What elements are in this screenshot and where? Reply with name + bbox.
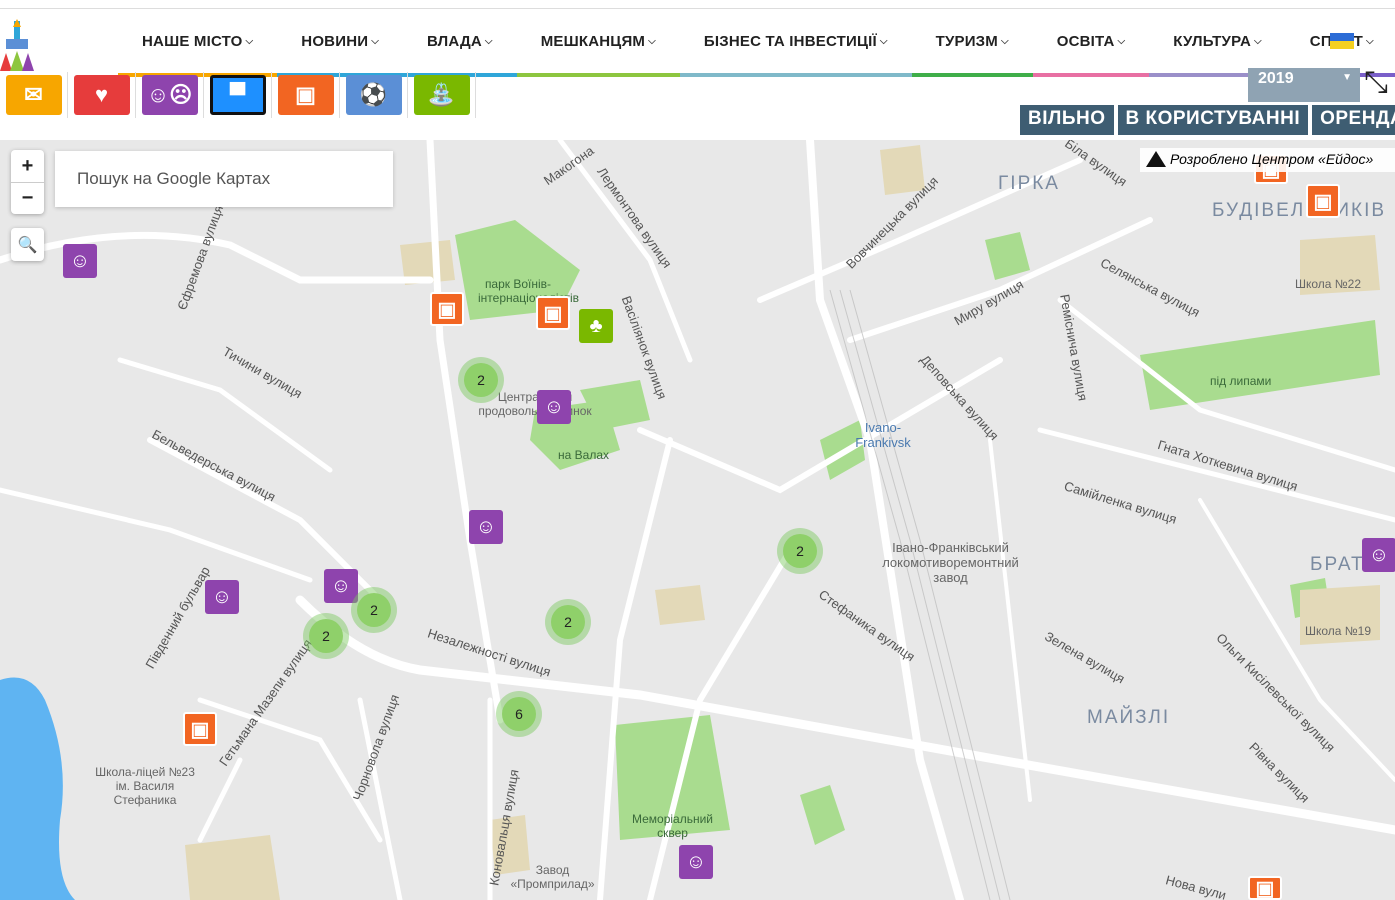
category-filter-bar: ✉ ♥ ☺☹ ▀ ▣ ⚽ ⛲ (0, 72, 476, 118)
office-marker[interactable]: ▣ (183, 712, 217, 746)
nav-item-news[interactable]: НОВИНИ ⌵ (277, 9, 403, 77)
theatre-masks-icon: ☺☹ (141, 75, 198, 115)
status-rent-button[interactable]: ОРЕНДА (1312, 105, 1395, 135)
chevron-down-icon: ⌵ (245, 35, 254, 47)
top-navigation: НАШЕ МІСТО ⌵ НОВИНИ ⌵ ВЛАДА ⌵ МЕШКАНЦЯМ ⌵ БІ… (0, 8, 1395, 80)
place-label: Меморіальний сквер (631, 812, 714, 840)
office-marker[interactable]: ▣ (1306, 184, 1340, 218)
zoom-control: + − (11, 150, 44, 214)
nav-item-residents[interactable]: МЕШКАНЦЯМ ⌵ (516, 9, 680, 77)
marker-cluster[interactable]: 2 (303, 613, 349, 659)
nav-item-tourism[interactable]: ТУРИЗМ ⌵ (911, 9, 1033, 77)
status-free-button[interactable]: ВІЛЬНО (1020, 105, 1114, 135)
marker-cluster[interactable]: 2 (351, 587, 397, 633)
theatre-marker[interactable]: ☺ (469, 510, 503, 544)
theatre-marker[interactable]: ☺ (679, 845, 713, 879)
place-label: Ivano-Frankivsk (855, 420, 911, 450)
map-search-input[interactable]: Пошук на Google Картах (55, 151, 393, 207)
search-icon[interactable]: 🔍 (11, 228, 44, 261)
chevron-down-icon: ⌵ (1366, 35, 1374, 47)
theatre-masks-icon: ☺ (475, 515, 497, 538)
bus-icon: ▀ (209, 75, 266, 115)
category-sport[interactable]: ⚽ (340, 72, 408, 118)
category-park[interactable]: ⛲ (408, 72, 476, 118)
theatre-masks-icon: ☺ (543, 395, 565, 418)
nav-item-education[interactable]: ОСВІТА ⌵ (1032, 9, 1150, 77)
chevron-down-icon: ⌵ (1117, 35, 1126, 47)
eidos-logo-icon (1146, 151, 1166, 167)
place-label: під липами (1210, 374, 1272, 388)
chevron-down-icon: ⌵ (1254, 35, 1262, 47)
office-marker[interactable]: ▣ (536, 296, 570, 330)
map-canvas[interactable]: ГІРКА БУДІВЕЛЬНИКІВ МАЙЗЛІ БРАТ Макогона… (0, 140, 1395, 900)
ukraine-flag-icon[interactable] (1330, 33, 1354, 49)
place-label: Івано-Франківський локомотиворемонтний з… (882, 540, 1019, 585)
park-bench-icon: ⛲ (413, 75, 470, 115)
nav-item-business[interactable]: БІЗНЕС ТА ІНВЕСТИЦІЇ ⌵ (679, 9, 912, 77)
category-culture[interactable]: ☺☹ (136, 72, 204, 118)
nav-item-authority[interactable]: ВЛАДА ⌵ (403, 9, 517, 77)
district-label: МАЙЗЛІ (1087, 707, 1171, 728)
chevron-down-icon: ⌵ (879, 35, 888, 47)
place-label: Завод «Промприлад» (510, 863, 595, 891)
category-transport[interactable]: ▀ (204, 72, 272, 118)
chevron-down-icon: ⌵ (648, 35, 656, 47)
theatre-marker[interactable]: ☺ (1362, 538, 1395, 572)
category-health[interactable]: ♥ (68, 72, 136, 118)
chevron-down-icon: ▼ (1342, 72, 1352, 83)
office-icon: ▣ (1313, 190, 1333, 213)
marker-cluster[interactable]: 6 (496, 691, 542, 737)
place-label: Школа №19 (1305, 624, 1372, 638)
place-label: на Валах (558, 448, 609, 462)
chevron-down-icon: ⌵ (1000, 35, 1009, 47)
office-icon: ▣ (543, 302, 563, 325)
status-in-use-button[interactable]: В КОРИСТУВАННІ (1117, 105, 1309, 135)
district-label: БУДІВЕЛЬНИКІВ (1212, 200, 1387, 221)
theatre-marker[interactable]: ☺ (205, 580, 239, 614)
office-icon: ▣ (1255, 877, 1275, 900)
chevron-down-icon: ⌵ (371, 35, 379, 47)
office-marker[interactable]: ▣ (1248, 876, 1282, 900)
category-office[interactable]: ▣ (272, 72, 340, 118)
theatre-masks-icon: ☺ (330, 574, 352, 597)
chevron-down-icon: ⌵ (484, 35, 493, 47)
district-label: ГІРКА (998, 173, 1060, 194)
nav-item-our-city[interactable]: НАШЕ МІСТО ⌵ (118, 9, 278, 77)
envelope-icon: ✉ (5, 75, 62, 115)
theatre-masks-icon: ☺ (69, 249, 91, 272)
developer-credit: Розроблено Центром «Ейдос» (1140, 148, 1395, 172)
marker-cluster[interactable]: 2 (458, 357, 504, 403)
year-select[interactable]: 2019 ▼ (1248, 68, 1360, 102)
theatre-masks-icon: ☺ (685, 850, 707, 873)
park-marker[interactable]: ♣ (579, 309, 613, 343)
heartbeat-icon: ♥ (73, 75, 130, 115)
fullscreen-expand-icon[interactable]: ⤡ (1364, 66, 1395, 102)
theatre-marker[interactable]: ☺ (63, 244, 97, 278)
district-label: БРАТ (1310, 554, 1365, 575)
zoom-out-button[interactable]: − (11, 182, 44, 214)
category-mail[interactable]: ✉ (0, 72, 68, 118)
office-icon: ▣ (277, 75, 334, 115)
city-logo[interactable] (0, 19, 34, 71)
marker-cluster[interactable]: 2 (777, 528, 823, 574)
place-label: Школа-ліцей №23 ім. Василя Стефаника (95, 765, 195, 807)
theatre-masks-icon: ☺ (1368, 543, 1390, 566)
place-label: Школа №22 (1295, 277, 1362, 291)
office-icon: ▣ (437, 298, 457, 321)
office-icon: ▣ (190, 718, 210, 741)
soccer-ball-icon: ⚽ (345, 75, 402, 115)
theatre-masks-icon: ☺ (211, 585, 233, 608)
status-filter-buttons: ВІЛЬНО В КОРИСТУВАННІ ОРЕНДА (1020, 105, 1395, 135)
main-nav: НАШЕ МІСТО ⌵ НОВИНИ ⌵ ВЛАДА ⌵ МЕШКАНЦЯМ ⌵ БІ… (118, 9, 1395, 77)
theatre-marker[interactable]: ☺ (537, 390, 571, 424)
tree-icon: ♣ (589, 314, 603, 337)
nav-item-culture[interactable]: КУЛЬТУРА ⌵ (1149, 9, 1286, 77)
marker-cluster[interactable]: 2 (545, 599, 591, 645)
zoom-in-button[interactable]: + (11, 150, 44, 182)
office-marker[interactable]: ▣ (430, 292, 464, 326)
